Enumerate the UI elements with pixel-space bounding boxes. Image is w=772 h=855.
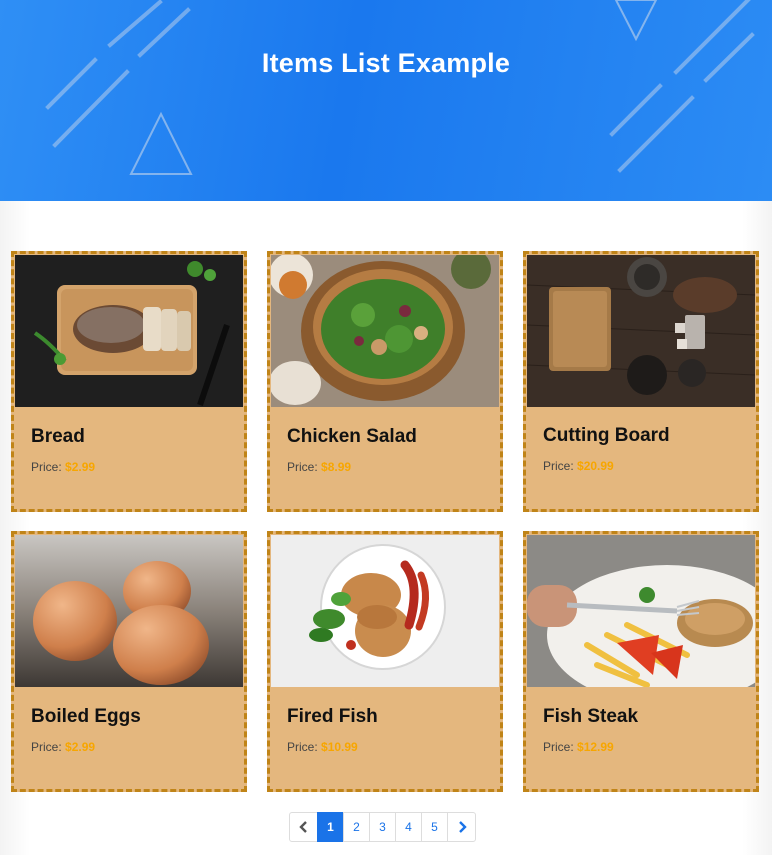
price-value: $8.99 <box>321 460 352 474</box>
chevron-left-icon <box>298 821 307 833</box>
prev-page-button[interactable] <box>289 812 318 842</box>
item-name[interactable]: Fish Steak <box>543 706 638 728</box>
item-card[interactable]: Chicken Salad Price: $8.99 <box>267 251 503 512</box>
chevron-right-icon <box>458 821 467 833</box>
item-price: Price: $10.99 <box>287 740 358 754</box>
page-5-button[interactable]: 5 <box>421 812 448 842</box>
item-name[interactable]: Boiled Eggs <box>31 706 141 728</box>
price-label: Price: <box>287 460 318 474</box>
fried-fish-photo <box>271 535 499 687</box>
item-price: Price: $20.99 <box>543 459 614 473</box>
price-label: Price: <box>31 740 62 754</box>
price-value: $2.99 <box>65 740 96 754</box>
item-price: Price: $12.99 <box>543 740 614 754</box>
price-label: Price: <box>543 740 574 754</box>
item-name[interactable]: Bread <box>31 426 85 448</box>
page-title: Items List Example <box>261 48 511 78</box>
page-3-button[interactable]: 3 <box>369 812 396 842</box>
price-label: Price: <box>543 459 574 473</box>
boiled-eggs-photo <box>15 535 243 687</box>
price-value: $12.99 <box>577 740 614 754</box>
price-label: Price: <box>287 740 318 754</box>
fish-steak-photo <box>527 535 755 687</box>
page-4-button[interactable]: 4 <box>395 812 422 842</box>
pagination: 1 2 3 4 5 <box>289 812 476 842</box>
page-1-button[interactable]: 1 <box>317 812 344 842</box>
item-card[interactable]: Fired Fish Price: $10.99 <box>267 531 503 792</box>
item-name[interactable]: Chicken Salad <box>287 426 417 448</box>
price-value: $20.99 <box>577 459 614 473</box>
header-decoration <box>45 0 755 175</box>
item-card[interactable]: Boiled Eggs Price: $2.99 <box>11 531 247 792</box>
price-value: $10.99 <box>321 740 358 754</box>
bread-photo <box>15 255 243 407</box>
item-price: Price: $8.99 <box>287 460 351 474</box>
chicken-salad-photo <box>271 255 499 407</box>
header-banner: Items List Example <box>0 0 772 201</box>
page-2-button[interactable]: 2 <box>343 812 370 842</box>
item-card[interactable]: Cutting Board Price: $20.99 <box>523 251 759 512</box>
item-card[interactable]: Fish Steak Price: $12.99 <box>523 531 759 792</box>
cutting-board-photo <box>527 255 755 407</box>
item-name[interactable]: Cutting Board <box>543 425 670 447</box>
item-price: Price: $2.99 <box>31 460 95 474</box>
item-card[interactable]: Bread Price: $2.99 <box>11 251 247 512</box>
next-page-button[interactable] <box>447 812 476 842</box>
item-name[interactable]: Fired Fish <box>287 706 378 728</box>
item-price: Price: $2.99 <box>31 740 95 754</box>
price-label: Price: <box>31 460 62 474</box>
price-value: $2.99 <box>65 460 96 474</box>
